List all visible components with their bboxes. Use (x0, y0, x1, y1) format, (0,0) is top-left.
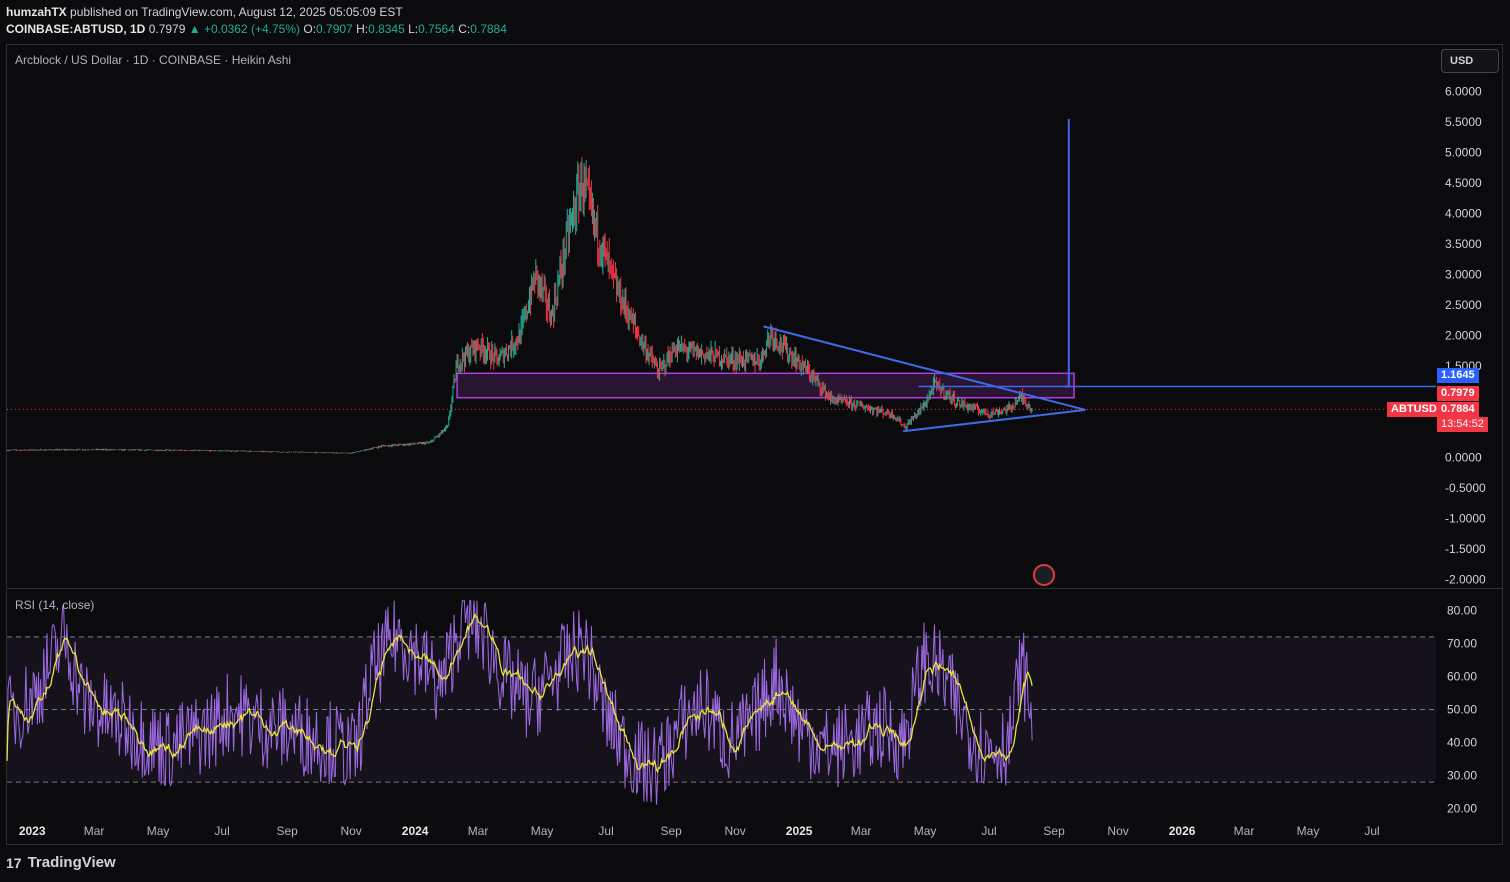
price-axis-tick: 2.0000 (1445, 329, 1482, 343)
currency-button[interactable]: USD (1441, 49, 1499, 73)
time-axis-tick: May (914, 824, 937, 838)
time-axis-tick: Mar (84, 824, 105, 838)
time-axis-tick: Jul (981, 824, 996, 838)
symbol-tag: ABTUSD (1387, 402, 1441, 417)
last-price-tag: 0.7979 (1437, 386, 1479, 401)
price-axis-tick: -2.0000 (1445, 573, 1486, 587)
time-axis-tick: 2026 (1169, 824, 1196, 838)
tradingview-logo-icon: 17 (6, 854, 22, 871)
rsi-axis-tick: 20.00 (1447, 802, 1477, 816)
rsi-legend: RSI (14, close) (15, 598, 95, 612)
time-axis-tick: 2023 (19, 824, 46, 838)
time-axis-tick: Mar (468, 824, 489, 838)
price-axis-tick: 2.5000 (1445, 298, 1482, 312)
chart-title: Arcblock / US Dollar · 1D · COINBASE · H… (15, 53, 292, 67)
price-axis-tick: 6.0000 (1445, 85, 1482, 99)
level-price-tag: 1.1645 (1437, 368, 1479, 383)
price-axis-tick: 3.5000 (1445, 237, 1482, 251)
supply-zone-box (456, 372, 1075, 399)
countdown-tag: 13:54:52 (1437, 417, 1488, 432)
close-price-tag: 0.7884 (1437, 402, 1479, 417)
time-axis-tick: 2025 (786, 824, 813, 838)
rsi-axis-tick: 50.00 (1447, 703, 1477, 717)
rsi-axis-tick: 40.00 (1447, 736, 1477, 750)
price-axis-tick: 4.5000 (1445, 176, 1482, 190)
rsi-axis-tick: 30.00 (1447, 769, 1477, 783)
price-axis-tick: -1.5000 (1445, 542, 1486, 556)
brand-text: TradingView (27, 854, 116, 871)
rsi-axis-tick: 80.00 (1447, 604, 1477, 618)
time-axis-tick: Nov (724, 824, 745, 838)
time-axis-tick: Mar (851, 824, 872, 838)
time-axis-tick: Sep (1043, 824, 1065, 838)
time-axis-tick: May (531, 824, 554, 838)
price-axis-tick: 3.0000 (1445, 268, 1482, 282)
rsi-axis-tick: 60.00 (1447, 670, 1477, 684)
price-axis-tick: 5.0000 (1445, 146, 1482, 160)
rsi-axis-tick: 70.00 (1447, 637, 1477, 651)
time-axis-tick: May (1297, 824, 1320, 838)
time-axis-tick: Sep (276, 824, 298, 838)
us-flag-event-icon[interactable] (1033, 564, 1055, 586)
time-axis-tick: May (147, 824, 170, 838)
time-axis-tick: Nov (1107, 824, 1128, 838)
time-axis-tick: Nov (340, 824, 361, 838)
time-axis-tick: Jul (1364, 824, 1379, 838)
time-axis-tick: 2024 (402, 824, 429, 838)
price-axis-tick: 4.0000 (1445, 207, 1482, 221)
time-axis-tick: Mar (1234, 824, 1255, 838)
time-axis-tick: Jul (214, 824, 229, 838)
time-axis-tick: Sep (660, 824, 682, 838)
price-axis-tick: -0.5000 (1445, 481, 1486, 495)
chart-canvas[interactable]: 6.0000 5.5000 5.0000 4.5000 4.0000 3.5000 3.00… (0, 0, 1510, 882)
price-axis-tick: 0.0000 (1445, 451, 1482, 465)
price-axis-tick: -1.0000 (1445, 512, 1486, 526)
tradingview-footer[interactable]: 17 TradingView (6, 854, 116, 871)
time-axis-tick: Jul (598, 824, 613, 838)
price-axis-tick: 5.5000 (1445, 115, 1482, 129)
